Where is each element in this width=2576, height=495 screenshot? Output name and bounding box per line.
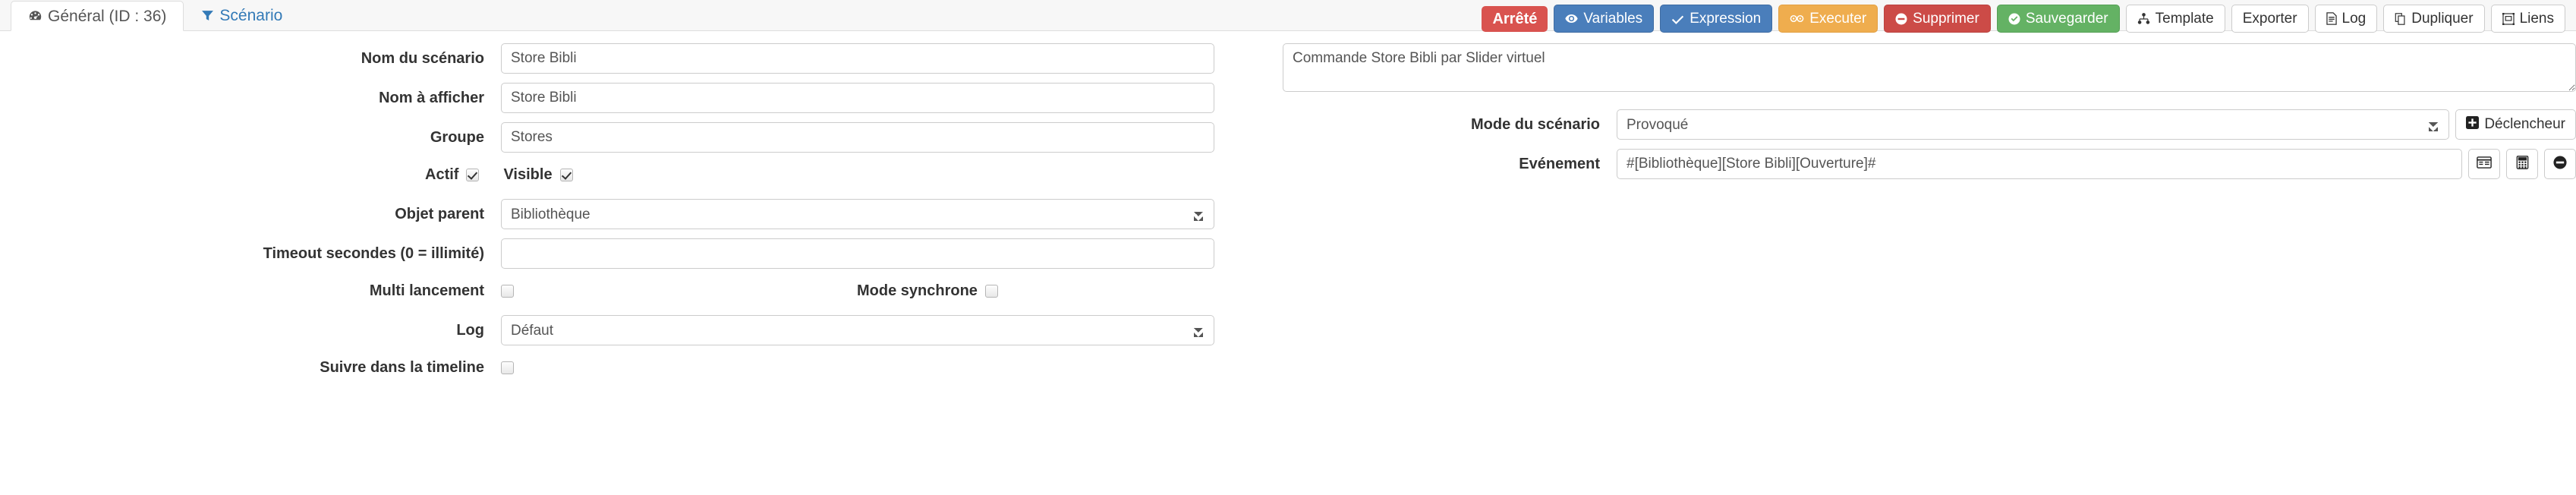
tab-bar: Général (ID : 36) Scénario Arrêté Variab… bbox=[0, 0, 2576, 33]
link-nodes-icon bbox=[2502, 12, 2515, 25]
dupliquer-button[interactable]: Dupliquer bbox=[2383, 5, 2485, 33]
check-icon bbox=[1671, 14, 1684, 24]
description-textarea[interactable]: Commande Store Bibli par Slider virtuel bbox=[1283, 43, 2576, 92]
tab-general-label: Général (ID : 36) bbox=[48, 7, 167, 25]
field-row-multi-lancement: Multi lancement Mode synchrone bbox=[0, 282, 1214, 300]
log-select[interactable]: Défaut bbox=[501, 315, 1214, 345]
minus-circle-icon bbox=[2553, 155, 2567, 173]
multi-lancement-label: Multi lancement bbox=[369, 282, 484, 299]
dupliquer-button-label: Dupliquer bbox=[2411, 11, 2474, 27]
tab-scenario-label: Scénario bbox=[219, 6, 283, 24]
field-row-nom-afficher: Nom à afficher bbox=[0, 83, 1214, 113]
visible-checkbox[interactable] bbox=[559, 169, 573, 181]
tab-scenario[interactable]: Scénario bbox=[184, 0, 300, 30]
select-object-button[interactable] bbox=[2468, 149, 2500, 179]
sitemap-icon bbox=[2137, 13, 2150, 24]
field-row-groupe: Groupe bbox=[0, 122, 1214, 153]
timeline-checkbox[interactable] bbox=[501, 361, 514, 374]
expression-button[interactable]: Expression bbox=[1660, 5, 1773, 33]
log-button-label: Log bbox=[2341, 11, 2367, 27]
field-row-log: Log Défaut bbox=[0, 315, 1214, 345]
objet-parent-select[interactable]: Bibliothèque bbox=[501, 199, 1214, 229]
executer-button[interactable]: Executer bbox=[1778, 5, 1878, 33]
visible-label: Visible bbox=[503, 166, 553, 183]
left-column: Nom du scénario Nom à afficher Groupe Ac… bbox=[0, 43, 1214, 386]
right-column: Commande Store Bibli par Slider virtuel … bbox=[1283, 43, 2576, 188]
multi-lancement-checkbox[interactable] bbox=[501, 285, 514, 298]
check-circle-icon bbox=[2008, 13, 2020, 25]
supprimer-button-label: Supprimer bbox=[1913, 11, 1979, 27]
exporter-button-label: Exporter bbox=[2242, 11, 2297, 27]
expression-calc-button[interactable] bbox=[2506, 149, 2538, 179]
field-row-description: Commande Store Bibli par Slider virtuel bbox=[1283, 43, 2576, 96]
sauvegarder-button-label: Sauvegarder bbox=[2025, 11, 2108, 27]
field-row-timeout: Timeout secondes (0 = illimité) bbox=[0, 238, 1214, 269]
nom-afficher-label: Nom à afficher bbox=[379, 90, 484, 106]
expression-button-label: Expression bbox=[1690, 11, 1762, 27]
plus-square-icon bbox=[2466, 115, 2480, 134]
template-button-label: Template bbox=[2155, 11, 2214, 27]
groupe-label: Groupe bbox=[430, 129, 484, 146]
liens-button-label: Liens bbox=[2519, 11, 2554, 27]
evenement-label: Evénement bbox=[1519, 156, 1600, 172]
status-badge: Arrêté bbox=[1482, 5, 1548, 32]
exporter-button[interactable]: Exporter bbox=[2231, 5, 2309, 33]
variables-button-label: Variables bbox=[1583, 11, 1643, 27]
window-list-icon bbox=[2477, 156, 2492, 172]
declencheur-button-label: Déclencheur bbox=[2484, 116, 2565, 132]
copy-icon bbox=[2395, 12, 2406, 25]
variables-button[interactable]: Variables bbox=[1554, 5, 1655, 33]
field-row-timeline: Suivre dans la timeline bbox=[0, 359, 1214, 377]
liens-button[interactable]: Liens bbox=[2490, 5, 2565, 33]
mode-scenario-select[interactable]: Provoqué bbox=[1617, 109, 2450, 140]
timeout-input[interactable] bbox=[501, 238, 1214, 269]
objet-parent-label: Objet parent bbox=[395, 206, 484, 222]
groupe-input[interactable] bbox=[501, 122, 1214, 153]
timeout-label: Timeout secondes (0 = illimité) bbox=[263, 245, 484, 262]
actif-checkbox[interactable] bbox=[466, 169, 480, 181]
mode-synchrone-checkbox[interactable] bbox=[984, 285, 998, 298]
nom-scenario-label: Nom du scénario bbox=[361, 50, 484, 67]
dashboard-icon bbox=[28, 9, 43, 24]
executer-button-label: Executer bbox=[1809, 11, 1867, 27]
remove-event-button[interactable] bbox=[2544, 149, 2576, 179]
filter-icon bbox=[201, 9, 214, 22]
log-button[interactable]: Log bbox=[2314, 5, 2378, 33]
log-label: Log bbox=[456, 322, 484, 339]
form-content: Nom du scénario Nom à afficher Groupe Ac… bbox=[0, 31, 2576, 495]
tab-general[interactable]: Général (ID : 36) bbox=[11, 1, 184, 31]
template-button[interactable]: Template bbox=[2125, 5, 2225, 33]
field-row-nom-scenario: Nom du scénario bbox=[0, 43, 1214, 74]
minus-circle-icon bbox=[1895, 13, 1907, 25]
file-text-icon bbox=[2326, 12, 2337, 25]
nom-scenario-input[interactable] bbox=[501, 43, 1214, 74]
declencheur-button[interactable]: Déclencheur bbox=[2455, 109, 2576, 140]
field-row-objet-parent: Objet parent Bibliothèque bbox=[0, 199, 1214, 229]
nom-afficher-input[interactable] bbox=[501, 83, 1214, 113]
mode-scenario-label: Mode du scénario bbox=[1470, 116, 1600, 133]
sauvegarder-button[interactable]: Sauvegarder bbox=[1996, 5, 2120, 33]
toolbar: Arrêté Variables Expression Executer Sup… bbox=[1482, 5, 2565, 33]
calculator-icon bbox=[2516, 155, 2529, 173]
mode-synchrone-label: Mode synchrone bbox=[857, 282, 978, 299]
field-row-mode-scenario: Mode du scénario Provoqué Déclencheur bbox=[1283, 109, 2576, 140]
supprimer-button[interactable]: Supprimer bbox=[1884, 5, 1991, 33]
field-row-actif-visible: Actif Visible bbox=[0, 166, 1214, 184]
eye-icon bbox=[1565, 14, 1579, 24]
evenement-input[interactable] bbox=[1617, 149, 2462, 179]
timeline-label: Suivre dans la timeline bbox=[320, 359, 484, 376]
gears-icon bbox=[1790, 14, 1804, 24]
actif-label: Actif bbox=[425, 166, 459, 183]
field-row-evenement: Evénement bbox=[1283, 149, 2576, 179]
